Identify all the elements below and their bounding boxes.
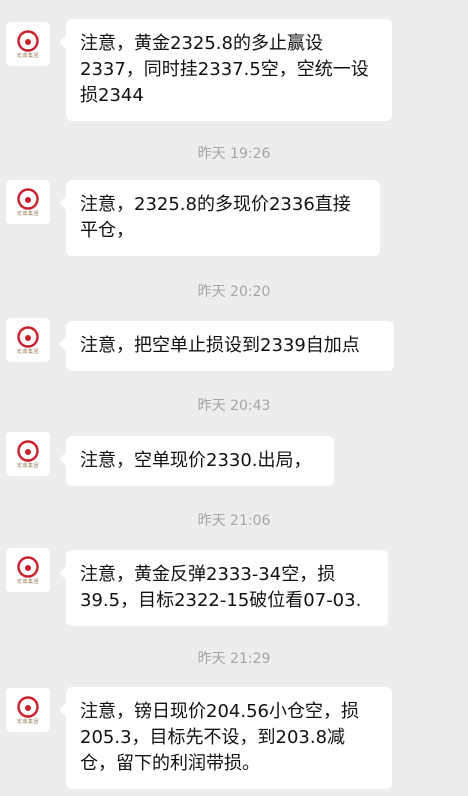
red-crescent-logo-icon — [17, 29, 39, 52]
avatar-logo-text: 宏鼎集团 — [16, 210, 39, 217]
message-bubble[interactable]: 注意，2325.8的多现价2336直接 平仓， — [59, 180, 380, 256]
timestamp: 昨天 20:43 — [197, 398, 271, 414]
red-crescent-logo-icon — [17, 325, 39, 348]
timestamp: 昨天 21:29 — [197, 651, 271, 667]
red-crescent-logo-icon — [17, 555, 39, 578]
red-crescent-logo-icon — [17, 187, 39, 210]
sender-avatar[interactable]: 宏鼎集团 — [6, 688, 50, 732]
timestamp: 昨天 19:26 — [197, 146, 271, 162]
sender-avatar[interactable]: 宏鼎集团 — [6, 180, 50, 224]
timestamp: 昨天 21:06 — [197, 513, 271, 529]
avatar-logo-text: 宏鼎集团 — [16, 52, 39, 59]
message-bubble[interactable]: 注意，黄金2325.8的多止赢设 2337，同时挂2337.5空，空统一设 损2… — [59, 19, 392, 121]
timestamp: 昨天 20:20 — [197, 284, 271, 300]
sender-avatar[interactable]: 宏鼎集团 — [6, 548, 50, 592]
sender-avatar[interactable]: 宏鼎集团 — [6, 22, 50, 66]
avatar-logo-text: 宏鼎集团 — [16, 462, 39, 469]
chat-history[interactable]: 宏鼎集团 注意，黄金2325.8的多止赢设 2337，同时挂2337.5空，空统… — [0, 0, 468, 796]
avatar-logo-text: 宏鼎集团 — [16, 718, 39, 725]
sender-avatar[interactable]: 宏鼎集团 — [6, 432, 50, 476]
avatar-logo-text: 宏鼎集团 — [16, 348, 39, 355]
avatar-logo-text: 宏鼎集团 — [16, 578, 39, 585]
message-bubble[interactable]: 注意，空单现价2330.出局， — [59, 436, 334, 486]
message-bubble[interactable]: 注意，黄金反弹2333-34空，损 39.5，目标2322-15破位看07-03… — [59, 550, 388, 626]
red-crescent-logo-icon — [17, 439, 39, 462]
message-bubble[interactable]: 注意，把空单止损设到2339自加点 — [59, 321, 394, 371]
sender-avatar[interactable]: 宏鼎集团 — [6, 318, 50, 362]
message-bubble[interactable]: 注意，镑日现价204.56小仓空，损 205.3，目标先不设，到203.8减 仓… — [59, 687, 392, 789]
red-crescent-logo-icon — [17, 695, 39, 718]
